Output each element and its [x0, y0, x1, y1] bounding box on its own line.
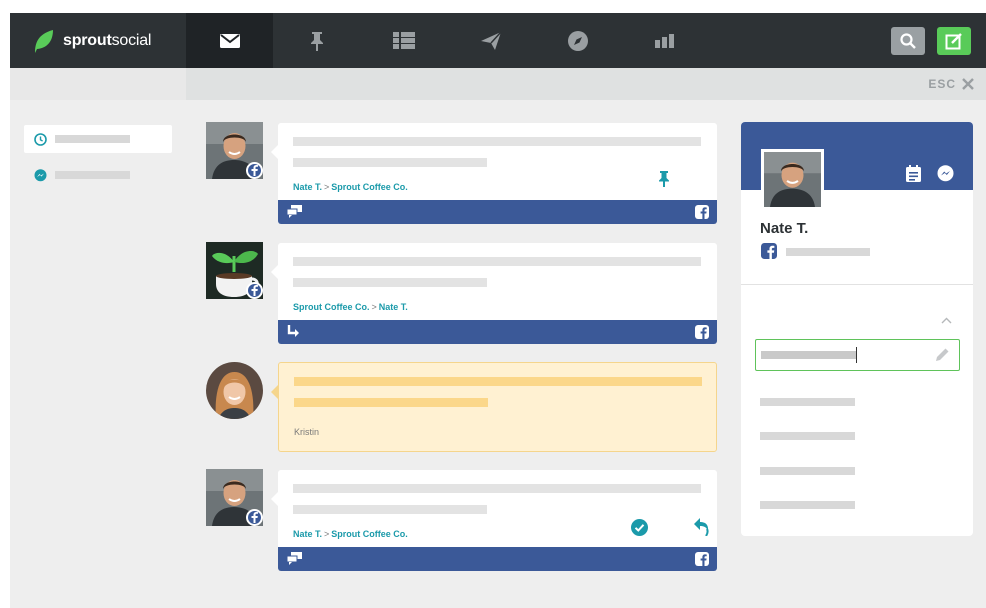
facebook-badge-icon [246, 282, 263, 299]
reports-tab[interactable] [621, 13, 708, 68]
bar-chart-icon [654, 33, 674, 48]
messenger-button[interactable] [937, 165, 954, 187]
message-recipient[interactable]: Nate T. [379, 302, 408, 312]
avatar-photo [764, 152, 821, 207]
chevron-up-icon [941, 317, 952, 324]
message-meta: Sprout Coffee Co. > Nate T. [293, 302, 408, 312]
sub-bar-left [10, 68, 186, 100]
collapse-button[interactable] [941, 311, 952, 329]
pin-icon [659, 171, 669, 187]
publishing-tab[interactable] [447, 13, 534, 68]
profile-handle-placeholder [786, 248, 870, 256]
message-recipient[interactable]: Sprout Coffee Co. [331, 182, 408, 192]
message-text-placeholder [293, 137, 701, 146]
messenger-icon [34, 168, 47, 181]
contact-panel: Nate T. [741, 122, 973, 536]
conversation-button[interactable] [286, 552, 302, 570]
note-author: Kristin [294, 427, 320, 437]
message-text-placeholder [293, 278, 487, 287]
search-button[interactable] [891, 27, 925, 55]
reply-arrow-icon [287, 325, 299, 337]
avatar-kristin[interactable] [206, 362, 263, 419]
list-icon [392, 32, 415, 49]
search-icon [900, 33, 916, 49]
thread-icon [286, 205, 302, 218]
complete-button[interactable] [631, 519, 648, 541]
messenger-icon [937, 165, 954, 182]
facebook-network-icon [695, 325, 709, 344]
esc-label: ESC [928, 77, 956, 91]
contact-detail-input[interactable] [755, 339, 960, 371]
internal-note-card[interactable]: Kristin [271, 362, 717, 452]
message-recipient[interactable]: Sprout Coffee Co. [331, 529, 408, 539]
thread-icon [286, 552, 302, 565]
message-text-placeholder [293, 505, 487, 514]
avatar-photo [206, 362, 263, 419]
filter-item-messenger[interactable] [24, 161, 172, 189]
filter-label-placeholder [55, 135, 130, 143]
compass-icon [567, 30, 588, 51]
reply-button[interactable] [694, 518, 710, 541]
message-meta: Nate T. > Sprout Coffee Co. [293, 529, 408, 539]
note-text-placeholder [294, 377, 702, 386]
contact-detail-placeholder [760, 432, 855, 440]
compose-button[interactable] [937, 27, 971, 55]
notes-button[interactable] [906, 165, 921, 187]
messages-tab[interactable] [186, 13, 273, 68]
pin-icon [310, 31, 323, 51]
panel-divider [741, 284, 973, 285]
reply-icon [694, 518, 709, 537]
notepad-icon [906, 165, 921, 182]
message-card[interactable]: Sprout Coffee Co. > Nate T. [271, 243, 717, 344]
paper-plane-icon [480, 31, 501, 50]
envelope-icon [219, 33, 240, 48]
brand-name: sproutsocial [63, 32, 152, 49]
message-card[interactable]: Nate T. > Sprout Coffee Co. [271, 470, 717, 571]
reply-sent-button[interactable] [287, 325, 300, 343]
facebook-badge-icon [246, 509, 263, 526]
facebook-badge-icon [246, 162, 263, 179]
message-action-bar [278, 200, 717, 224]
pin-message-button[interactable] [658, 171, 670, 192]
message-card[interactable]: Nate T. > Sprout Coffee Co. [271, 123, 717, 224]
facebook-profile-icon[interactable] [761, 243, 777, 264]
facebook-network-icon [695, 205, 709, 224]
filter-label-placeholder [55, 171, 130, 179]
app-window: sproutsocial ESC Nate T. > Sprout Coffee… [10, 13, 986, 608]
facebook-network-icon [695, 552, 709, 571]
top-nav: sproutsocial [10, 13, 986, 68]
esc-button[interactable]: ESC [928, 68, 974, 100]
message-meta: Nate T. > Sprout Coffee Co. [293, 182, 408, 192]
message-text-placeholder [293, 257, 701, 266]
discovery-tab[interactable] [534, 13, 621, 68]
filter-item-recent[interactable] [24, 125, 172, 153]
message-sender[interactable]: Nate T. [293, 182, 322, 192]
check-circle-icon [631, 519, 648, 536]
message-action-bar [278, 547, 717, 571]
compose-icon [945, 33, 962, 50]
contact-name: Nate T. [760, 220, 809, 237]
sprout-leaf-icon [35, 30, 53, 53]
close-icon [962, 78, 974, 90]
contact-detail-placeholder [760, 398, 855, 406]
sprout-social-logo[interactable]: sproutsocial [32, 28, 151, 54]
message-sender[interactable]: Sprout Coffee Co. [293, 302, 370, 312]
message-text-placeholder [293, 158, 487, 167]
clock-icon [34, 132, 47, 146]
feeds-tab[interactable] [360, 13, 447, 68]
text-cursor [856, 347, 857, 363]
contact-detail-placeholder [760, 501, 855, 509]
input-value-placeholder [761, 351, 856, 359]
edit-icon[interactable] [935, 347, 950, 367]
conversation-button[interactable] [286, 205, 302, 223]
contact-avatar[interactable] [761, 149, 824, 210]
note-text-placeholder [294, 398, 488, 407]
sub-bar: ESC [10, 68, 986, 100]
message-sender[interactable]: Nate T. [293, 529, 322, 539]
tasks-tab[interactable] [273, 13, 360, 68]
contact-detail-placeholder [760, 467, 855, 475]
message-action-bar [278, 320, 717, 344]
message-text-placeholder [293, 484, 701, 493]
